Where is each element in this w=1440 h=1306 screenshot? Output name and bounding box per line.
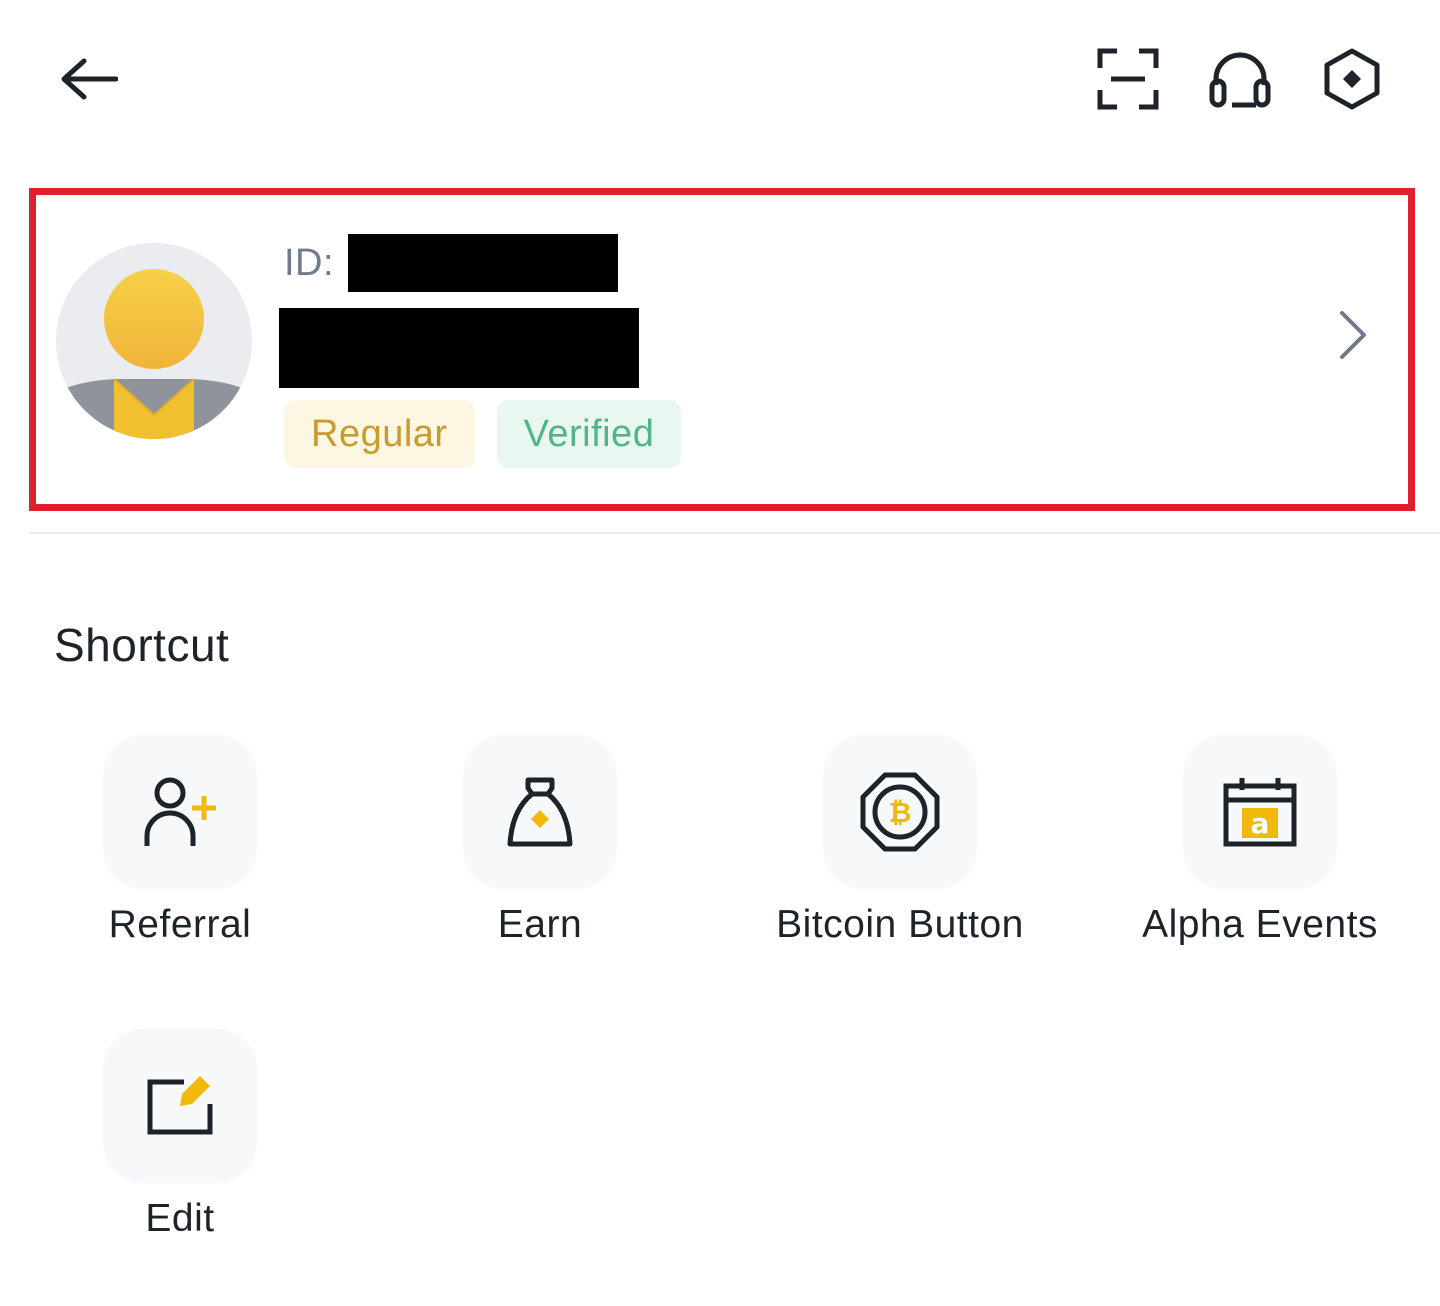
top-bar	[0, 0, 1440, 160]
user-id-row: ID:	[284, 233, 619, 293]
badge-verified: Verified	[496, 400, 682, 468]
support-button[interactable]	[1204, 43, 1276, 115]
badge-row: Regular Verified	[284, 400, 682, 468]
shortcut-earn[interactable]: Earn	[360, 735, 720, 947]
shortcut-title: Shortcut	[54, 619, 230, 671]
svg-text:a: a	[1251, 807, 1270, 840]
calendar-alpha-icon: a	[1223, 778, 1297, 847]
svg-text:₿: ₿	[889, 796, 912, 829]
binance-app-button[interactable]	[1316, 43, 1388, 115]
headset-icon	[1209, 52, 1271, 108]
shortcut-tile[interactable]: ₿	[823, 735, 977, 889]
shortcut-label: Referral	[108, 903, 252, 946]
chevron-right-icon	[1340, 311, 1366, 359]
avatar-illustration-icon	[56, 269, 252, 439]
profile-card[interactable]: ID: Regular Verified	[29, 188, 1415, 511]
scan-icon	[1097, 48, 1159, 110]
arrow-left-icon	[61, 58, 118, 100]
shortcut-referral[interactable]: Referral	[0, 735, 360, 947]
scan-button[interactable]	[1092, 43, 1164, 115]
user-id-redacted	[348, 234, 619, 292]
shortcut-label: Alpha Events	[1142, 903, 1378, 946]
shortcut-tile[interactable]	[103, 1029, 257, 1183]
shortcut-label: Bitcoin Button	[776, 903, 1024, 946]
edit-icon	[147, 1076, 213, 1135]
username-redacted	[279, 308, 639, 388]
shortcut-bitcoin-button[interactable]: ₿ Bitcoin Button	[720, 735, 1080, 947]
user-id-label: ID:	[284, 241, 335, 284]
add-user-icon	[144, 777, 216, 846]
shortcut-edit[interactable]: Edit	[0, 1029, 360, 1241]
shortcut-label: Earn	[497, 903, 583, 946]
shortcut-tile[interactable]	[103, 735, 257, 889]
avatar	[56, 243, 252, 439]
shortcut-tile[interactable]: a	[1183, 735, 1337, 889]
shortcut-alpha-events[interactable]: a Alpha Events	[1080, 735, 1440, 947]
shortcut-tile[interactable]	[463, 735, 617, 889]
bitcoin-icon: ₿	[860, 772, 940, 852]
binance-logo-icon	[1324, 48, 1380, 110]
shortcut-label: Edit	[145, 1197, 215, 1240]
divider	[29, 532, 1440, 534]
back-button[interactable]	[52, 43, 124, 115]
badge-regular: Regular	[284, 400, 475, 468]
money-bag-icon	[507, 777, 573, 847]
